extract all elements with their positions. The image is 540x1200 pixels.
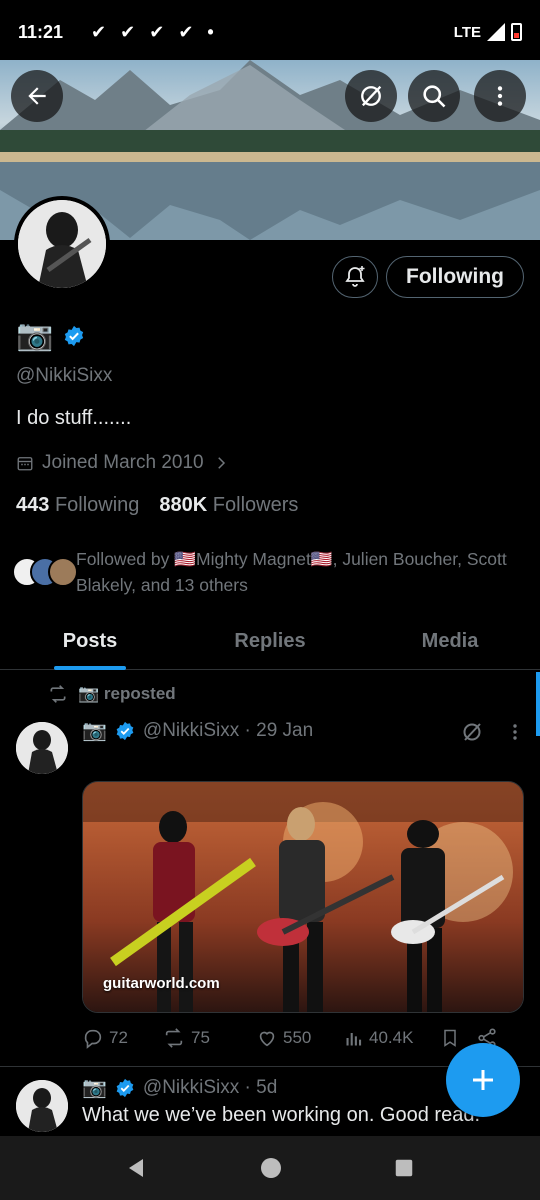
joined-date[interactable]: Joined March 2010 <box>16 452 230 474</box>
following-count-link[interactable]: 443 Following <box>16 494 139 517</box>
chevron-right-icon <box>217 457 225 469</box>
repost-icon <box>50 685 66 703</box>
check-icon: ✔ <box>91 21 107 42</box>
tab-media[interactable]: Media <box>360 620 540 669</box>
profile-bio: I do stuff....... <box>16 407 132 429</box>
tweet-header: 📷 @NikkiSixx · 5d <box>82 1075 277 1100</box>
mutual-avatars <box>12 557 78 587</box>
tweet-actions: 72 75 550 40.4K <box>82 1027 522 1049</box>
more-vertical-icon <box>497 86 503 106</box>
tweet-header: 📷 @NikkiSixx · 29 Jan <box>82 718 313 743</box>
search-button[interactable] <box>408 70 460 122</box>
followed-by-text: Followed by 🇺🇸Mighty Magnet🇺🇸, Julien Bo… <box>76 549 507 595</box>
reply-count: 72 <box>109 1028 128 1047</box>
tweet-author-name[interactable]: 📷 <box>82 718 107 743</box>
grok-button[interactable] <box>345 70 397 122</box>
avatar <box>48 557 78 587</box>
tweet-media[interactable]: guitarworld.com <box>82 781 524 1013</box>
tweet-text[interactable]: What we we’ve been working on. Good read… <box>82 1104 480 1127</box>
followers-count: 880K <box>159 494 208 516</box>
followers-label: Followers <box>212 494 299 516</box>
grok-icon <box>361 85 382 107</box>
repost-button[interactable]: 75 <box>162 1027 256 1049</box>
like-button[interactable]: 550 <box>256 1027 344 1049</box>
reply-button[interactable]: 72 <box>82 1027 162 1049</box>
views-count: 40.4K <box>369 1028 414 1047</box>
views-button[interactable]: 40.4K <box>344 1028 440 1048</box>
display-name: 📷 <box>16 319 54 352</box>
home-circle-icon[interactable] <box>259 1156 283 1180</box>
notification-icons: ✔ ✔ ✔ ✔ • <box>91 22 214 43</box>
calendar-icon <box>17 457 33 471</box>
back-button[interactable] <box>11 70 63 122</box>
more-options-button[interactable] <box>474 70 526 122</box>
following-button[interactable]: Following <box>386 256 524 298</box>
tweet-avatar[interactable] <box>16 722 68 774</box>
check-icon: ✔ <box>178 21 194 42</box>
repost-label: 📷 reposted <box>78 684 176 703</box>
media-source-label: guitarworld.com <box>103 975 220 992</box>
back-arrow-icon <box>28 87 46 105</box>
like-count: 550 <box>283 1028 312 1047</box>
check-icon: ✔ <box>120 21 136 42</box>
repost-icon <box>165 1028 183 1048</box>
system-nav-bar <box>0 1136 540 1200</box>
grok-icon[interactable] <box>460 720 484 744</box>
profile-avatar[interactable] <box>14 196 110 292</box>
search-icon <box>423 85 446 108</box>
heart-icon <box>259 1031 275 1047</box>
tweet-avatar[interactable] <box>16 1080 68 1132</box>
notifications-bell-button[interactable] <box>332 256 378 298</box>
avatar-image <box>16 722 68 774</box>
views-icon <box>346 1033 362 1046</box>
profile-tabs: Posts Replies Media <box>0 620 540 670</box>
repost-indicator: 📷 reposted <box>48 684 176 704</box>
verified-badge-icon <box>116 1078 134 1097</box>
verified-badge-icon <box>116 721 134 740</box>
verified-badge-icon[interactable] <box>63 325 85 347</box>
profile-handle: @NikkiSixx <box>16 365 113 386</box>
followed-by-row[interactable]: Followed by 🇺🇸Mighty Magnet🇺🇸, Julien Bo… <box>12 546 522 598</box>
check-icon: ✔ <box>149 21 165 42</box>
reply-icon <box>84 1029 102 1049</box>
avatar-image <box>16 1080 68 1132</box>
dot-icon: • <box>207 21 214 42</box>
status-indicators: LTE <box>454 23 522 41</box>
display-name-row: 📷 <box>16 318 85 353</box>
compose-post-button[interactable] <box>446 1043 520 1117</box>
repost-count: 75 <box>191 1028 210 1047</box>
tab-replies[interactable]: Replies <box>180 620 360 669</box>
back-triangle-icon[interactable] <box>125 1156 149 1180</box>
network-label: LTE <box>453 23 481 41</box>
recents-square-icon[interactable] <box>393 1157 415 1179</box>
scrollbar[interactable] <box>536 672 540 736</box>
plus-icon <box>473 1070 493 1090</box>
follow-counts: 443 Following 880K Followers <box>16 494 298 517</box>
following-count: 443 <box>16 494 50 516</box>
tab-posts[interactable]: Posts <box>0 620 180 669</box>
more-vertical-icon[interactable] <box>508 722 522 742</box>
tweet-handle-time[interactable]: @NikkiSixx · 29 Jan <box>143 720 313 742</box>
bookmark-icon <box>444 1029 456 1047</box>
battery-icon <box>511 23 522 41</box>
avatar-image <box>18 200 106 288</box>
followers-count-link[interactable]: 880K Followers <box>159 494 298 517</box>
status-time: 11:21 <box>18 21 64 42</box>
tweet-author-name[interactable]: 📷 <box>82 1075 107 1100</box>
signal-icon <box>487 23 505 41</box>
tweet-handle-time[interactable]: @NikkiSixx · 5d <box>143 1077 277 1099</box>
following-label: Following <box>54 494 140 516</box>
status-bar: 11:21 ✔ ✔ ✔ ✔ • LTE <box>0 0 540 64</box>
bell-plus-icon <box>345 266 365 287</box>
joined-text: Joined March 2010 <box>42 452 204 473</box>
